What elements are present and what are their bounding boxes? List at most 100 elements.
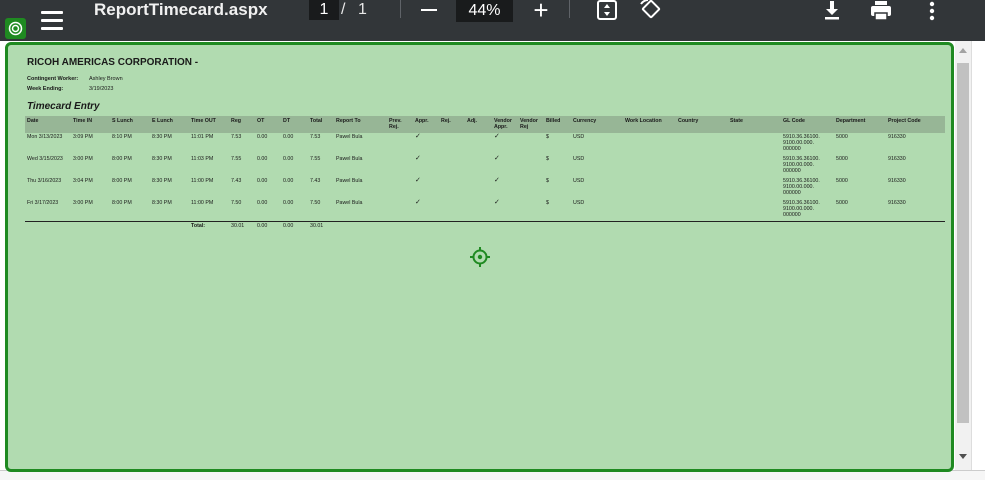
cell-time-out: 11:00 PM <box>191 178 214 184</box>
cell-billed: $ <box>546 200 549 206</box>
download-icon <box>825 1 839 20</box>
cell-s-lunch: 8:00 PM <box>112 156 132 162</box>
vertical-scrollbar[interactable] <box>955 41 971 470</box>
cell-gl-code-line: 000000 <box>783 212 801 218</box>
col-ot: OT <box>257 118 265 124</box>
cell-time-in: 3:09 PM <box>73 134 93 140</box>
cell-gl-code: 5910.36.36100. 9100.00.000. 000000 <box>783 178 820 196</box>
cell-total: 7.53 <box>310 134 321 140</box>
col-billed: Billed <box>546 118 561 124</box>
cell-time-out: 11:01 PM <box>191 134 214 140</box>
col-state: State <box>730 118 743 124</box>
download-button[interactable] <box>819 0 845 22</box>
rotate-button[interactable] <box>638 0 664 22</box>
cell-e-lunch: 8:30 PM <box>152 156 172 162</box>
col-department: Department <box>836 118 866 124</box>
col-currency: Currency <box>573 118 597 124</box>
fit-to-page-button[interactable] <box>594 0 620 22</box>
cell-currency: USD <box>573 156 585 162</box>
zoom-out-button[interactable] <box>416 0 442 20</box>
totals-dt: 0.00 <box>283 223 294 229</box>
current-page-input[interactable]: 1 <box>309 0 339 20</box>
col-gl-code: GL Code <box>783 118 805 124</box>
cell-gl-code-line: 000000 <box>783 168 801 174</box>
col-country: Country <box>678 118 699 124</box>
totals-total: 30.01 <box>310 223 324 229</box>
cell-project-code: 916330 <box>888 156 906 162</box>
cell-ot: 0.00 <box>257 178 268 184</box>
zoom-level-input[interactable]: 44% <box>456 0 513 22</box>
cell-date: Wed 3/15/2023 <box>27 156 63 162</box>
total-pages: 1 <box>358 1 367 18</box>
col-prev-rej: Prev. Rej. <box>389 118 402 130</box>
col-report-to: Report To <box>336 118 361 124</box>
cell-billed: $ <box>546 156 549 162</box>
col-time-in: Time IN <box>73 118 93 124</box>
totals-ot: 0.00 <box>257 223 268 229</box>
cell-reg: 7.53 <box>231 134 242 140</box>
scroll-down-arrow-icon[interactable] <box>959 454 967 459</box>
cell-e-lunch: 8:30 PM <box>152 134 172 140</box>
cell-department: 5000 <box>836 156 848 162</box>
cell-currency: USD <box>573 178 585 184</box>
col-date: Date <box>27 118 39 124</box>
print-icon <box>871 1 891 21</box>
cell-currency: USD <box>573 200 585 206</box>
pdf-toolbar: ReportTimecard.aspx 1 / 1 44% + <box>0 0 985 41</box>
cell-project-code: 916330 <box>888 134 906 140</box>
col-e-lunch: E Lunch <box>152 118 173 124</box>
scrollbar-thumb[interactable] <box>957 63 969 423</box>
minus-icon <box>421 9 437 11</box>
cell-gl-code: 5910.36.36100. 9100.00.000. 000000 <box>783 156 820 174</box>
table-row: Fri 3/17/2023 3:00 PM 8:00 PM 8:30 PM 11:00 … <box>25 199 945 222</box>
table-row: Thu 3/16/2023 3:04 PM 8:00 PM 8:30 PM 11:00 … <box>25 177 945 200</box>
cell-vendor-appr: ✓ <box>494 133 500 140</box>
table-row: Mon 3/13/2023 3:09 PM 8:10 PM 8:30 PM 11:01 … <box>25 133 945 156</box>
print-button[interactable] <box>868 0 894 22</box>
cell-e-lunch: 8:30 PM <box>152 178 172 184</box>
document-title: ReportTimecard.aspx <box>94 0 268 19</box>
worker-value: Ashley Brown <box>89 76 123 82</box>
more-options-icon[interactable] <box>920 0 944 22</box>
kebab-icon <box>929 1 935 21</box>
cell-billed: $ <box>546 134 549 140</box>
cell-appr: ✓ <box>415 133 421 140</box>
zoom-in-button[interactable]: + <box>528 0 554 23</box>
cell-report-to: Pawel Bula <box>336 134 363 140</box>
crosshair-icon <box>470 247 490 267</box>
cell-time-in: 3:04 PM <box>73 178 93 184</box>
cell-gl-code-line: 000000 <box>783 190 801 196</box>
col-prev-rej-line2: Rej. <box>389 124 399 130</box>
cell-gl-code-line: 000000 <box>783 146 801 152</box>
cell-ot: 0.00 <box>257 156 268 162</box>
worker-row: Contingent Worker: Ashley Brown <box>27 76 123 82</box>
cell-time-in: 3:00 PM <box>73 156 93 162</box>
cell-report-to: Pawel Bula <box>336 200 363 206</box>
cell-appr: ✓ <box>415 199 421 206</box>
worker-label: Contingent Worker: <box>27 76 79 82</box>
cell-dt: 0.00 <box>283 178 294 184</box>
cell-s-lunch: 8:00 PM <box>112 200 132 206</box>
scroll-up-arrow-icon[interactable] <box>959 48 967 53</box>
toolbar-divider <box>400 0 401 18</box>
cell-date: Fri 3/17/2023 <box>27 200 59 206</box>
totals-label: Total: <box>191 223 206 229</box>
col-vendor-appr: Vendor Appr. <box>494 118 512 130</box>
cell-report-to: Pawel Bula <box>336 178 363 184</box>
col-reg: Reg <box>231 118 242 124</box>
cell-gl-code: 5910.36.36100. 9100.00.000. 000000 <box>783 134 820 152</box>
cell-vendor-appr: ✓ <box>494 155 500 162</box>
cell-dt: 0.00 <box>283 156 294 162</box>
totals-row: Total: 30.01 0.00 0.00 30.01 <box>25 223 945 231</box>
col-vendor-rej: Vendor Rej <box>520 118 538 130</box>
menu-icon[interactable] <box>38 6 66 34</box>
col-rej: Rej. <box>441 118 451 124</box>
table-header-row: Date Time IN S Lunch E Lunch Time OUT Re… <box>25 116 945 133</box>
cell-s-lunch: 8:10 PM <box>112 134 132 140</box>
cell-currency: USD <box>573 134 585 140</box>
section-title: Timecard Entry <box>27 101 100 112</box>
table-row: Wed 3/15/2023 3:00 PM 8:00 PM 8:30 PM 11:03 … <box>25 155 945 178</box>
cell-e-lunch: 8:30 PM <box>152 200 172 206</box>
cell-appr: ✓ <box>415 177 421 184</box>
cell-reg: 7.43 <box>231 178 242 184</box>
